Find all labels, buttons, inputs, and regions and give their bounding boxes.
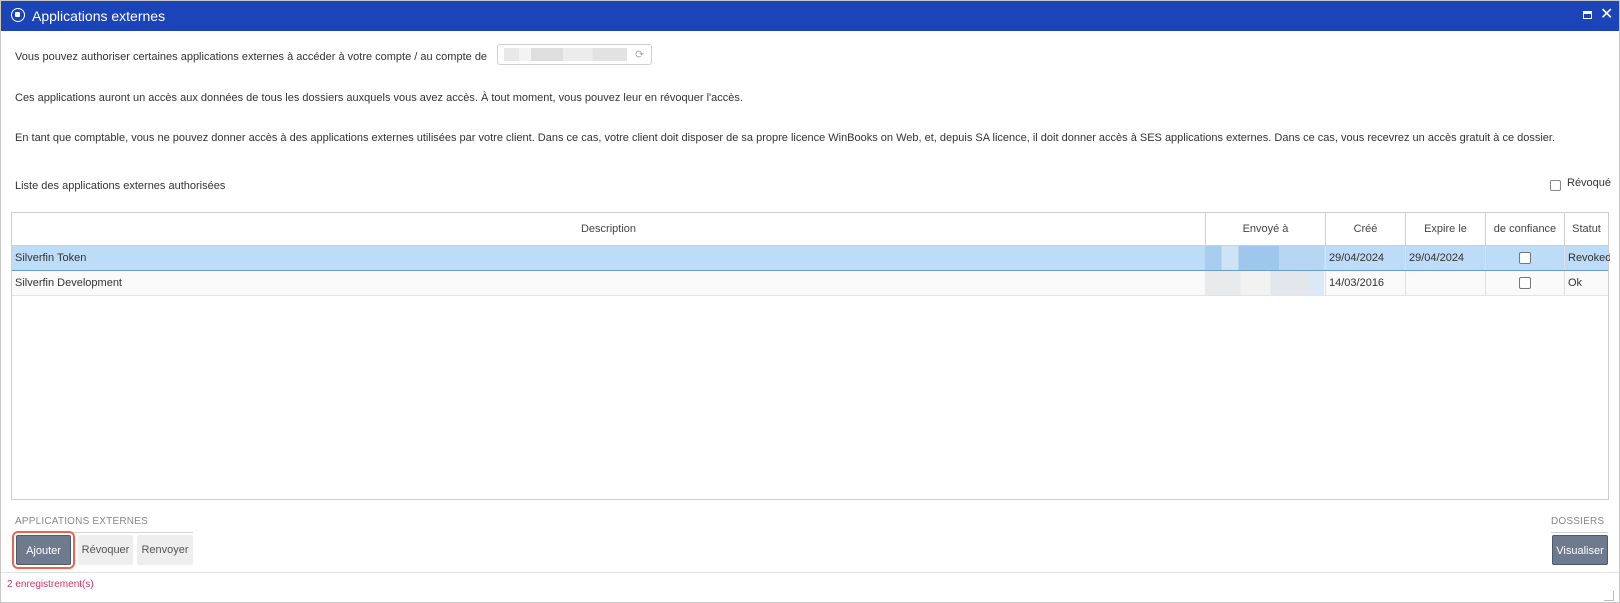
view-button-label: Visualiser — [1556, 545, 1604, 557]
trusted-checkbox[interactable] — [1519, 252, 1531, 265]
intro-line-2: Ces applications auront un accès aux don… — [15, 92, 743, 104]
redacted-company-name — [504, 48, 627, 61]
external-apps-window: Applications externes ✕ Vous pouvez auth… — [0, 0, 1620, 603]
window-title: Applications externes — [32, 8, 166, 24]
title-bar: Applications externes ✕ — [1, 1, 1619, 31]
cell-status: Ok — [1564, 271, 1610, 295]
intro-line-3: En tant que comptable, vous ne pouvez do… — [15, 132, 1556, 144]
maximize-icon[interactable] — [1583, 11, 1592, 19]
col-status[interactable]: Statut — [1564, 213, 1608, 245]
intro-line-1: Vous pouvez authoriser certaines applica… — [15, 51, 488, 63]
redacted-sent-to — [1205, 271, 1324, 295]
redacted-sent-to — [1205, 246, 1324, 270]
cell-trusted — [1485, 246, 1564, 270]
add-button-label: Ajouter — [26, 545, 61, 557]
table-row[interactable]: Silverfin Token 29/04/2024 29/04/2024 Re… — [12, 246, 1610, 271]
cell-created: 14/03/2016 — [1325, 271, 1405, 295]
trusted-checkbox[interactable] — [1519, 277, 1531, 290]
external-apps-section-label: APPLICATIONS EXTERNES — [15, 516, 148, 527]
dossiers-section-label: DOSSIERS — [1551, 516, 1605, 527]
cell-expires: 29/04/2024 — [1405, 246, 1485, 270]
revoked-checkbox[interactable] — [1550, 180, 1561, 192]
revoke-button-label: Révoquer — [81, 544, 130, 556]
table-header: Description Envoyé à Créé Expire le de c… — [12, 213, 1608, 246]
cell-description: Silverfin Development — [15, 277, 122, 289]
apps-table: Description Envoyé à Créé Expire le de c… — [11, 212, 1610, 500]
revoked-filter[interactable]: Révoqué — [1550, 177, 1611, 192]
col-created[interactable]: Créé — [1325, 213, 1405, 245]
revoke-button[interactable]: Révoquer — [78, 535, 133, 565]
cell-expires — [1405, 271, 1485, 295]
company-select[interactable]: ⟳ — [497, 44, 652, 65]
view-button[interactable]: Visualiser — [1552, 535, 1608, 565]
resize-grip-icon[interactable] — [1604, 591, 1614, 601]
col-trusted[interactable]: de confiance — [1485, 213, 1564, 245]
list-title: Liste des applications externes authoris… — [15, 180, 226, 192]
cell-trusted — [1485, 271, 1564, 295]
cell-description: Silverfin Token — [15, 252, 87, 264]
col-sent-to[interactable]: Envoyé à — [1205, 213, 1325, 245]
app-icon — [11, 8, 25, 22]
resend-button-label: Renvoyer — [141, 544, 189, 556]
record-count: 2 enregistrement(s) — [7, 579, 94, 590]
add-button[interactable]: Ajouter — [12, 531, 75, 569]
cell-created: 29/04/2024 — [1325, 246, 1405, 270]
table-row[interactable]: Silverfin Development 14/03/2016 Ok — [12, 271, 1608, 296]
col-expires[interactable]: Expire le — [1405, 213, 1485, 245]
cell-status: Revoked — [1564, 246, 1610, 270]
section-divider — [1551, 532, 1608, 533]
close-icon[interactable]: ✕ — [1600, 7, 1613, 23]
refresh-icon[interactable]: ⟳ — [635, 48, 644, 61]
section-divider — [15, 532, 193, 533]
col-description[interactable]: Description — [12, 213, 1205, 245]
revoked-label: Révoqué — [1567, 177, 1612, 189]
resend-button[interactable]: Renvoyer — [137, 535, 193, 565]
footer-divider — [1, 572, 1619, 573]
